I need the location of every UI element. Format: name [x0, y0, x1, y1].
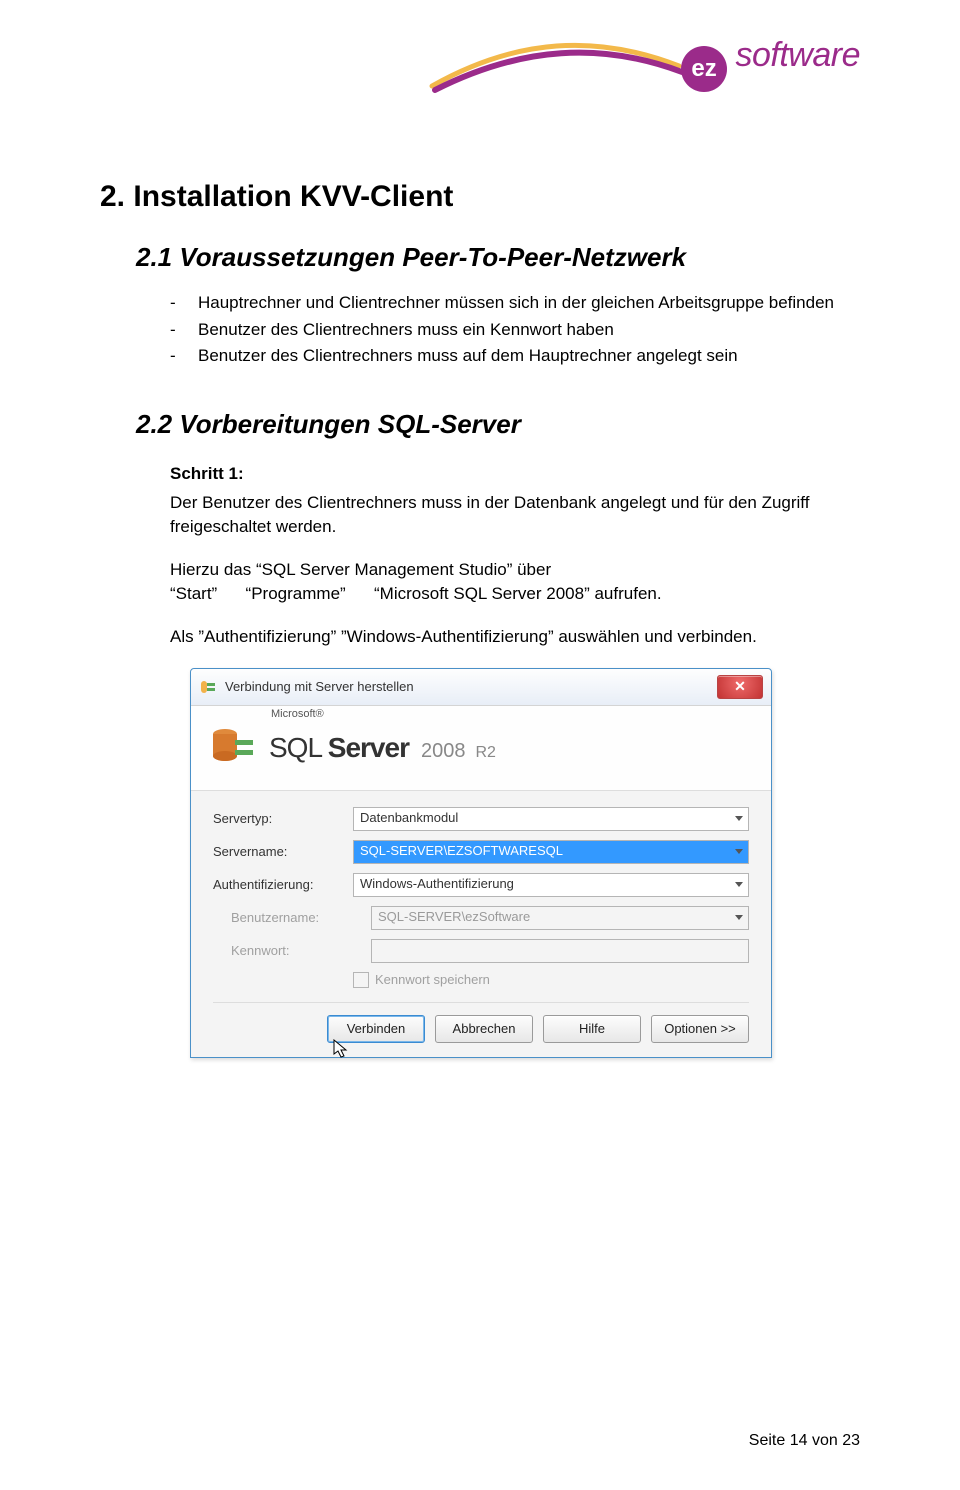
heading-2-1: 2.1 Voraussetzungen Peer-To-Peer-Netzwer… — [136, 242, 860, 273]
logo-ez-icon: ez — [681, 46, 727, 92]
label-servertyp: Servertyp: — [213, 811, 353, 826]
brand-sqlserver: SQL Server — [269, 732, 409, 764]
step-instruction-line1: Hierzu das “SQL Server Management Studio… — [170, 558, 860, 583]
step-title: Schritt 1: — [170, 462, 860, 487]
step-instruction-line2: “Start” “Programme” “Microsoft SQL Serve… — [170, 582, 860, 607]
logo-swoosh — [451, 28, 681, 88]
brand-r2: R2 — [475, 744, 495, 762]
brand-year: 2008 — [421, 740, 466, 763]
label-servername: Servername: — [213, 844, 353, 859]
dialog-separator — [213, 1002, 749, 1003]
optionen-button[interactable]: Optionen >> — [651, 1015, 749, 1043]
list-item: Hauptrechner und Clientrechner müssen si… — [170, 291, 860, 316]
label-kennwort: Kennwort: — [213, 943, 371, 958]
combo-auth[interactable]: Windows-Authentifizierung — [353, 873, 749, 897]
brand-microsoft: Microsoft® — [271, 708, 324, 720]
dialog-title-text: Verbindung mit Server herstellen — [225, 679, 717, 694]
combo-benutzer: SQL-SERVER\ezSoftware — [371, 906, 749, 930]
step-auth-note: Als ”Authentifizierung” ”Windows-Authent… — [170, 625, 860, 650]
list-item: Benutzer des Clientrechners muss auf dem… — [170, 344, 860, 369]
close-button[interactable]: ✕ — [717, 675, 763, 699]
label-speichern: Kennwort speichern — [375, 972, 490, 987]
dialog-titlebar: Verbindung mit Server herstellen ✕ — [191, 669, 771, 706]
logo: ez software — [451, 28, 860, 82]
dialog-form: Servertyp: Datenbankmodul Servername: SQ… — [191, 791, 771, 1057]
label-auth: Authentifizierung: — [213, 877, 353, 892]
hilfe-button[interactable]: Hilfe — [543, 1015, 641, 1043]
combo-servername[interactable]: SQL-SERVER\EZSOFTWARESQL — [353, 840, 749, 864]
sql-server-icon — [209, 724, 257, 772]
heading-1: 2. Installation KVV-Client — [100, 180, 860, 214]
abbrechen-button[interactable]: Abbrechen — [435, 1015, 533, 1043]
cursor-icon — [333, 1047, 349, 1062]
input-kennwort — [371, 939, 749, 963]
checkbox-speichern — [353, 972, 369, 988]
page-footer: Seite 14 von 23 — [749, 1432, 860, 1450]
logo-software-text: software — [736, 36, 861, 74]
checkbox-row-speichern: Kennwort speichern — [353, 972, 749, 988]
heading-2-2: 2.2 Vorbereitungen SQL-Server — [136, 409, 860, 440]
list-item: Benutzer des Clientrechners muss ein Ken… — [170, 318, 860, 343]
sql-connect-dialog: Verbindung mit Server herstellen ✕ — [190, 668, 772, 1058]
close-icon: ✕ — [734, 678, 746, 695]
combo-servertyp[interactable]: Datenbankmodul — [353, 807, 749, 831]
dialog-banner: Microsoft® SQL Server 2008 R2 — [191, 706, 771, 791]
requirements-list: Hauptrechner und Clientrechner müssen si… — [170, 291, 860, 369]
dialog-app-icon — [199, 678, 217, 696]
label-benutzer: Benutzername: — [213, 910, 371, 925]
step-description: Der Benutzer des Clientrechners muss in … — [170, 491, 860, 540]
